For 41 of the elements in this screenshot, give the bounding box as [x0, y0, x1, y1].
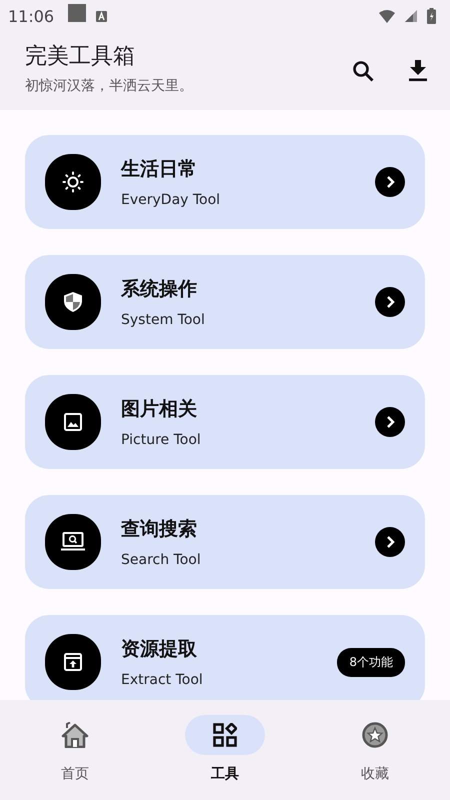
tool-category-card[interactable]: 资源提取 Extract Tool 8个功能	[25, 615, 425, 700]
tool-category-card[interactable]: 查询搜索 Search Tool	[25, 495, 425, 589]
tool-category-card[interactable]: 图片相关 Picture Tool	[25, 375, 425, 469]
tool-category-card[interactable]: 系统操作 System Tool	[25, 255, 425, 349]
search-icon[interactable]	[352, 60, 374, 82]
tool-category-card[interactable]: 生活日常 EveryDay Tool	[25, 135, 425, 229]
archive-upload-icon	[45, 634, 101, 690]
shield-icon	[45, 274, 101, 330]
category-title: 系统操作	[121, 277, 198, 302]
app-title: 完美工具箱	[25, 43, 136, 71]
download-icon[interactable]	[408, 60, 428, 82]
app-subtitle: 初惊河汉落，半洒云天里。	[25, 77, 194, 95]
chevron-right-icon[interactable]	[375, 407, 405, 437]
laptop-search-icon	[45, 514, 101, 570]
nav-tab[interactable]: 首页	[15, 715, 135, 783]
category-title: 资源提取	[121, 637, 198, 662]
status-time: 11:06	[8, 6, 54, 26]
sun-icon	[45, 154, 101, 210]
chevron-right-icon[interactable]	[375, 167, 405, 197]
category-subtitle: System Tool	[121, 312, 206, 328]
feature-count-badge: 8个功能	[337, 648, 405, 676]
keyboard-icon	[96, 10, 108, 22]
category-subtitle: EveryDay Tool	[121, 192, 222, 208]
category-subtitle: Picture Tool	[121, 432, 202, 448]
category-title: 生活日常	[121, 157, 198, 182]
signal-icon	[405, 10, 417, 22]
category-subtitle: Extract Tool	[121, 672, 204, 688]
nav-tab[interactable]: 工具	[165, 715, 285, 783]
category-subtitle: Search Tool	[121, 552, 202, 568]
chevron-right-icon[interactable]	[375, 527, 405, 557]
star-badge-icon	[362, 722, 388, 748]
image-icon	[45, 394, 101, 450]
chevron-right-icon[interactable]	[375, 287, 405, 317]
notification-icon	[68, 4, 86, 22]
battery-icon	[427, 8, 436, 24]
nav-tab[interactable]: 收藏	[315, 715, 435, 783]
category-title: 查询搜索	[121, 517, 198, 542]
widgets-icon	[213, 723, 237, 747]
home-icon	[61, 722, 89, 748]
wifi-icon	[379, 10, 395, 22]
category-title: 图片相关	[121, 397, 198, 422]
